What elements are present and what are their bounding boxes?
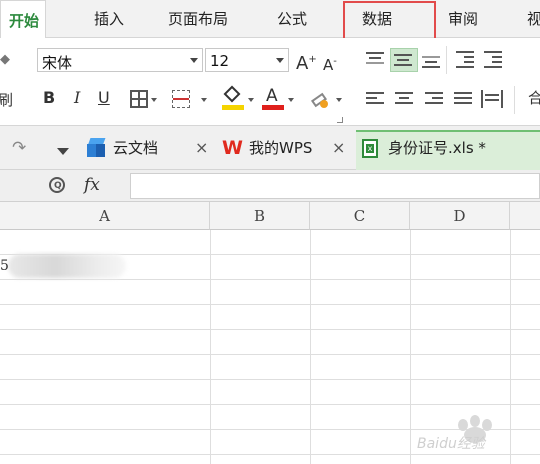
- font-color-icon[interactable]: A: [262, 86, 284, 112]
- font-size-combo[interactable]: 12: [205, 48, 289, 72]
- font-color-label: A: [266, 86, 278, 106]
- justify-icon[interactable]: [454, 92, 474, 108]
- tab-insert[interactable]: 插入: [94, 8, 124, 32]
- merge-cells-icon[interactable]: 合: [528, 88, 540, 108]
- cloud-cube-icon: [87, 138, 106, 158]
- chevron-down-icon: [276, 58, 284, 63]
- cell-style-icon[interactable]: [172, 90, 190, 108]
- doc-tab-my-wps[interactable]: 我的WPS: [249, 135, 312, 161]
- align-middle-icon[interactable]: [394, 52, 414, 68]
- chevron-down-icon: [190, 58, 198, 63]
- italic-button[interactable]: I: [74, 88, 80, 108]
- tab-page-layout[interactable]: 页面布局: [168, 8, 228, 32]
- align-left-icon[interactable]: [366, 92, 386, 108]
- font-size-value: 12: [210, 52, 230, 70]
- ribbon-divider: [514, 86, 515, 114]
- watermark-text: Baidu经验: [417, 436, 485, 452]
- tab-view[interactable]: 视: [527, 8, 540, 32]
- redo-icon[interactable]: ↷: [12, 138, 26, 158]
- doc-tab-cloud[interactable]: 云文档: [113, 135, 158, 161]
- column-header-e[interactable]: [510, 202, 540, 230]
- ribbon-tab-bar: 开始 插入 页面布局 公式 数据 审阅 视: [0, 0, 540, 39]
- function-insert-button[interactable]: fx: [84, 175, 100, 195]
- increase-font-label: A: [296, 53, 309, 74]
- format-painter-label[interactable]: 刷: [0, 90, 13, 110]
- column-header-d[interactable]: D: [410, 202, 510, 230]
- chevron-down-icon[interactable]: [201, 98, 207, 102]
- close-icon[interactable]: ×: [332, 135, 345, 161]
- decrease-font-label: A: [323, 56, 334, 74]
- align-top-icon[interactable]: [366, 52, 386, 68]
- close-icon[interactable]: ×: [195, 135, 208, 161]
- dialog-launcher-icon[interactable]: [337, 117, 343, 123]
- borders-icon[interactable]: [130, 90, 148, 108]
- doc-tab-id-number-xls[interactable]: 身份证号.xls *: [388, 135, 486, 161]
- redacted-cell-value: [8, 254, 126, 278]
- distributed-align-icon[interactable]: [481, 90, 503, 108]
- formula-bar: Q fx: [0, 170, 540, 202]
- align-center-icon[interactable]: [395, 92, 415, 108]
- cell-a2-value: 5: [0, 258, 9, 274]
- format-painter-icon[interactable]: ◆: [0, 50, 10, 70]
- chevron-down-icon[interactable]: [151, 98, 157, 102]
- chevron-down-icon[interactable]: [57, 148, 69, 155]
- column-header-a[interactable]: A: [0, 202, 210, 230]
- align-right-icon[interactable]: [425, 92, 445, 108]
- font-name-value: 宋体: [42, 54, 73, 72]
- align-bottom-icon[interactable]: [422, 52, 442, 68]
- baidu-jingyan-watermark: Baidu经验: [415, 405, 533, 455]
- underline-button[interactable]: U: [98, 88, 110, 108]
- fill-color-icon[interactable]: [222, 85, 244, 112]
- decrease-font-button[interactable]: A-: [323, 52, 337, 75]
- formula-input[interactable]: [130, 173, 540, 199]
- increase-indent-icon[interactable]: [484, 51, 504, 69]
- chevron-down-icon[interactable]: [288, 98, 294, 102]
- document-tab-bar: ↷ 云文档 × W 我的WPS × x 身份证号.xls *: [0, 126, 540, 170]
- chevron-down-icon[interactable]: [336, 98, 342, 102]
- tab-review[interactable]: 审阅: [448, 8, 478, 32]
- tab-home[interactable]: 开始: [0, 0, 47, 39]
- tab-formulas[interactable]: 公式: [277, 8, 307, 32]
- ribbon-divider: [446, 46, 447, 74]
- chevron-down-icon[interactable]: [248, 98, 254, 102]
- spreadsheet-file-icon: x: [362, 139, 378, 158]
- ribbon-body: ◆ 刷 宋体 12 A+ A- B I U A 合: [0, 38, 540, 126]
- font-name-combo[interactable]: 宋体: [37, 48, 203, 72]
- zoom-search-icon[interactable]: Q: [49, 177, 65, 193]
- decrease-indent-icon[interactable]: [456, 51, 476, 69]
- column-header-b[interactable]: B: [210, 202, 310, 230]
- increase-font-button[interactable]: A+: [296, 50, 317, 74]
- clear-format-icon[interactable]: [310, 90, 330, 110]
- wps-logo-icon: W: [222, 137, 243, 159]
- bold-button[interactable]: B: [43, 88, 55, 108]
- column-header-c[interactable]: C: [310, 202, 410, 230]
